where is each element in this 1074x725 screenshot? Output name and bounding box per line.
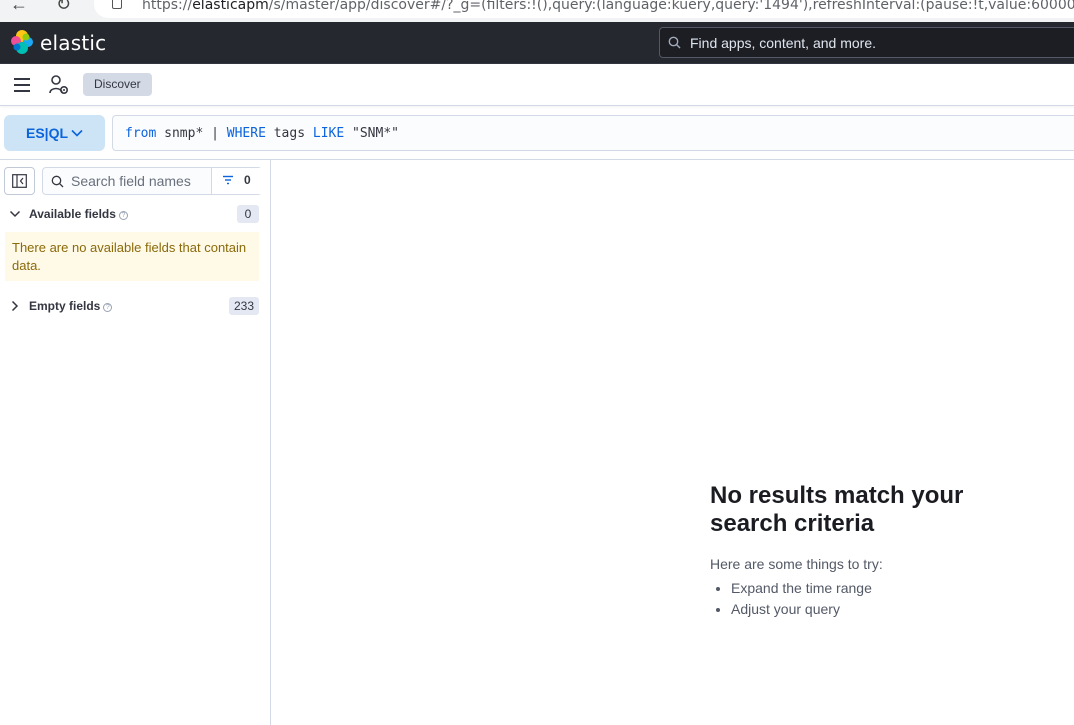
no-fields-callout: There are no available fields that conta… bbox=[5, 232, 259, 281]
collapse-sidebar-button[interactable] bbox=[4, 167, 35, 195]
url-text: https://elasticapm/s/master/app/discover… bbox=[142, 0, 1074, 13]
help-icon[interactable]: ? bbox=[103, 303, 113, 312]
empty-fields-title: Empty fields? bbox=[29, 299, 113, 313]
esql-query-editor[interactable]: from snmp* | WHERE tags LIKE "SNM*" bbox=[112, 115, 1074, 151]
no-results-title: No results match your search criteria bbox=[710, 482, 964, 537]
search-icon bbox=[668, 36, 681, 49]
elastic-header: elastic Find apps, content, and more. bbox=[0, 22, 1074, 64]
global-search-input[interactable]: Find apps, content, and more. bbox=[659, 27, 1074, 58]
sub-navigation: Discover bbox=[0, 64, 1074, 106]
available-fields-title: Available fields? bbox=[29, 207, 128, 221]
esql-label: ES|QL bbox=[26, 125, 69, 141]
global-search-placeholder: Find apps, content, and more. bbox=[690, 35, 876, 51]
page-info-icon[interactable] bbox=[112, 0, 122, 9]
available-fields-count: 0 bbox=[237, 205, 259, 223]
no-results-hint: Here are some things to try: bbox=[710, 556, 883, 572]
filter-icon bbox=[223, 175, 233, 185]
help-icon[interactable]: ? bbox=[118, 211, 128, 220]
chevron-down-icon bbox=[9, 210, 21, 218]
field-search: 0 bbox=[42, 167, 262, 195]
ai-assistant-icon[interactable] bbox=[48, 74, 70, 96]
empty-fields-count: 233 bbox=[228, 297, 259, 315]
search-icon bbox=[51, 175, 64, 188]
filter-count: 0 bbox=[244, 173, 251, 187]
available-fields-toggle[interactable]: Available fields? 0 bbox=[0, 202, 271, 226]
no-results-panel: No results match your search criteria He… bbox=[710, 482, 1030, 620]
suggestion-list: Expand the time range Adjust your query bbox=[710, 578, 1030, 620]
address-bar[interactable]: https://elasticapm/s/master/app/discover… bbox=[94, 0, 1074, 18]
back-arrow-icon[interactable]: ← bbox=[10, 0, 28, 15]
chevron-down-icon bbox=[71, 129, 83, 137]
reload-icon[interactable]: ↻ bbox=[56, 0, 71, 15]
brand-name[interactable]: elastic bbox=[40, 31, 106, 55]
chevron-right-icon bbox=[11, 300, 19, 312]
search-field-names-input[interactable] bbox=[71, 171, 207, 191]
breadcrumb-discover[interactable]: Discover bbox=[83, 73, 152, 96]
empty-fields-toggle[interactable]: Empty fields? 233 bbox=[0, 294, 271, 318]
field-list-sidebar: 0 Available fields? 0 There are no avail… bbox=[0, 160, 271, 725]
query-text: from snmp* | WHERE tags LIKE "SNM*" bbox=[125, 126, 399, 141]
menu-icon[interactable] bbox=[14, 78, 30, 92]
suggestion-item: Expand the time range bbox=[731, 578, 1030, 599]
elastic-logo-icon[interactable] bbox=[11, 30, 33, 54]
sidebar-collapse-icon bbox=[12, 174, 27, 188]
browser-toolbar: ← ↻ https://elasticapm/s/master/app/disc… bbox=[0, 0, 1074, 22]
esql-language-button[interactable]: ES|QL bbox=[4, 115, 105, 151]
field-type-filter-button[interactable]: 0 bbox=[211, 168, 262, 194]
suggestion-item: Adjust your query bbox=[731, 599, 1030, 620]
